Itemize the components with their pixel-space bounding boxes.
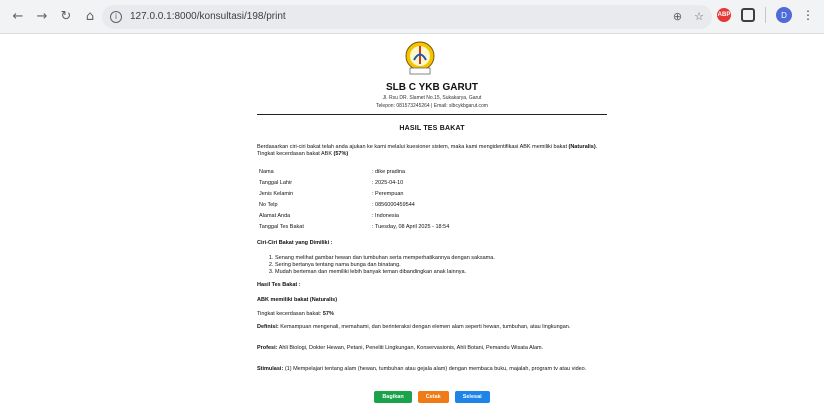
- field-label: No Telp: [259, 202, 278, 209]
- intro-level: (57%): [333, 150, 349, 157]
- toolbar-divider: [765, 7, 766, 23]
- summary-profession: Profesi: Ahli Biologi, Dokter Hewan, Pet…: [257, 345, 607, 352]
- traits-list: Senang melihat gambar hewan dan tumbuhan…: [257, 255, 607, 276]
- summary-level: Tingkat kecerdasan bakat: 57%: [257, 311, 607, 318]
- bookmark-star-icon[interactable]: ☆: [694, 10, 704, 23]
- field-value: : 2025-04-10: [372, 180, 404, 187]
- profession-label: Profesi:: [257, 345, 278, 351]
- table-row: Jenis Kelamin : Perempuan: [257, 189, 607, 200]
- adblock-extension-icon[interactable]: ABP: [717, 8, 731, 22]
- profile-avatar[interactable]: D: [776, 7, 792, 23]
- profession-text: Ahli Biologi, Dokter Hewan, Petani, Pene…: [277, 345, 544, 351]
- profile-table: Nama : dike pradina Tanggal Lahir : 2025-0…: [257, 167, 607, 233]
- table-row: Alamat Anda : Indonesia: [257, 211, 607, 222]
- definition-text: Kemampuan mengenali, memahami, dan berin…: [278, 324, 571, 330]
- summary-stimulation: Stimulasi: (1) Mempelajari tentang alam …: [257, 366, 607, 373]
- forward-icon[interactable]: →: [32, 7, 52, 27]
- table-row: Tanggal Tes Bakat : Tuesday, 08 April 202…: [257, 222, 607, 233]
- field-value: : dike pradina: [372, 169, 406, 176]
- summary-heading: Hasil Tes Bakat :: [257, 282, 301, 288]
- stimulation-text: (1) Mempelajari tentang alam (hewan, tum…: [283, 366, 587, 372]
- intro-talent: (Naturalis): [568, 144, 596, 150]
- school-address: Jl. Rsu DR. Slamet No.15, Sukakarya, Gar…: [382, 95, 482, 101]
- action-buttons: Bagikan Cetak Selesai: [257, 391, 607, 403]
- list-item: Mudah berteman dan memiliki lebih banyak…: [275, 269, 607, 276]
- field-value: : Perempuan: [372, 191, 404, 198]
- stimulation-label: Stimulasi:: [257, 366, 284, 372]
- field-label: Alamat Anda: [259, 213, 291, 220]
- extensions-puzzle-icon[interactable]: [741, 8, 755, 22]
- back-icon[interactable]: ←: [8, 7, 28, 27]
- result-title: HASIL TES BAKAT: [399, 125, 465, 132]
- level-value: 57%: [322, 311, 334, 317]
- browser-toolbar: ← → ↻ ⌂ i 127.0.0.1:8000/konsultasi/198/…: [0, 0, 824, 34]
- field-value: : 0856000459544: [372, 202, 415, 209]
- field-label: Tanggal Lahir: [259, 180, 293, 187]
- summary-talent: ABK memiliki bakat (Naturalis): [257, 297, 338, 303]
- table-row: Nama : dike pradina: [257, 167, 607, 178]
- table-row: No Telp : 0856000459544: [257, 200, 607, 211]
- done-button[interactable]: Selesai: [454, 391, 490, 403]
- home-icon[interactable]: ⌂: [80, 7, 100, 27]
- result-intro: Berdasarkan ciri-ciri bakat telah anda a…: [257, 144, 607, 158]
- reload-icon[interactable]: ↻: [56, 7, 76, 27]
- list-item: Sering bertanya tentang nama bunga dan b…: [275, 262, 607, 269]
- table-row: Tanggal Lahir : 2025-04-10: [257, 178, 607, 189]
- field-value: : Tuesday, 08 April 2025 - 18:54: [372, 224, 450, 231]
- field-label: Tanggal Tes Bakat: [259, 224, 304, 231]
- intro-text-a: Berdasarkan ciri-ciri bakat telah anda a…: [257, 144, 569, 150]
- list-item: Senang melihat gambar hewan dan tumbuhan…: [275, 255, 607, 262]
- field-label: Jenis Kelamin: [259, 191, 294, 198]
- school-logo: [405, 41, 435, 75]
- print-button[interactable]: Cetak: [417, 391, 449, 403]
- share-button[interactable]: Bagikan: [374, 391, 412, 403]
- traits-heading: Ciri-Ciri Bakat yang Dimiliki :: [257, 240, 333, 246]
- summary-definition: Definisi: Kemampuan mengenali, memahami,…: [257, 324, 607, 331]
- site-info-icon[interactable]: i: [110, 10, 122, 23]
- zoom-icon[interactable]: ⊕: [673, 10, 682, 23]
- field-value: : Indonesia: [372, 213, 399, 220]
- url-text[interactable]: 127.0.0.1:8000/konsultasi/198/print: [130, 11, 286, 22]
- definition-label: Definisi:: [257, 324, 279, 330]
- school-name: SLB C YKB GARUT: [385, 82, 479, 93]
- address-bar[interactable]: i 127.0.0.1:8000/konsultasi/198/print ⊕ …: [102, 4, 712, 29]
- browser-menu-icon[interactable]: ⋮: [802, 8, 814, 22]
- school-contact: Telepon: 081573245264 | Email: slbcykbga…: [376, 103, 488, 109]
- level-label: Tingkat kecerdasan bakat:: [257, 311, 323, 317]
- field-label: Nama: [259, 169, 274, 176]
- header-divider: [257, 114, 607, 115]
- print-page: SLB C YKB GARUT Jl. Rsu DR. Slamet No.15…: [0, 34, 824, 403]
